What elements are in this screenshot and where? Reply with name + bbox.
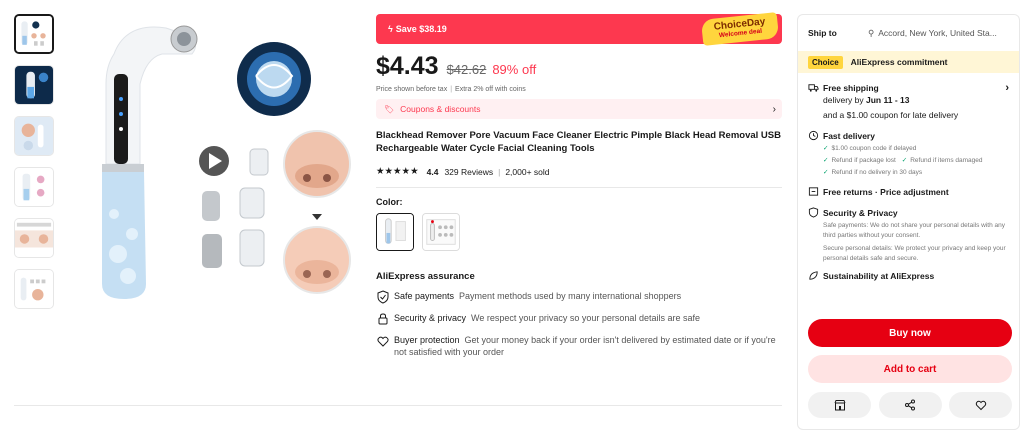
shield-icon	[808, 207, 819, 218]
delivery-clock-icon	[808, 130, 819, 141]
fast-delivery-section: Fast delivery ✓ $1.00 coupon code if dela…	[798, 130, 1019, 179]
check-icon: ✓	[823, 157, 829, 164]
late-coupon: and a $1.00 coupon for late delivery	[823, 110, 959, 120]
free-returns-section: Free returns · Price adjustment	[798, 186, 1019, 197]
thumbnail-list	[14, 14, 58, 320]
free-shipping-section[interactable]: Free shipping › delivery by Jun 11 - 13 …	[798, 82, 1019, 123]
free-returns-label: Free returns · Price adjustment	[823, 186, 949, 197]
coupons-label: Coupons & discounts	[400, 104, 481, 114]
security-title: Security & Privacy	[823, 207, 898, 218]
purchase-panel: Ship to ⚲ Accord, New York, United Sta..…	[797, 14, 1020, 430]
store-icon	[834, 400, 845, 411]
sold-count: 2,000+ sold	[505, 166, 550, 177]
thumbnail-1[interactable]	[14, 14, 54, 54]
ship-to-location: Accord, New York, United Sta...	[878, 28, 997, 38]
divider	[376, 187, 782, 188]
price-row: $4.43 $42.62 89% off	[376, 52, 782, 84]
main-product-image[interactable]	[66, 14, 361, 307]
share-button[interactable]	[878, 392, 942, 418]
rating-value: 4.4	[426, 166, 439, 177]
tag-icon: 🏷	[384, 104, 395, 114]
add-to-cart-button[interactable]: Add to cart	[808, 355, 1012, 383]
heart-icon	[975, 400, 986, 411]
thumbnail-3[interactable]	[14, 116, 54, 156]
check-icon: ✓	[901, 157, 908, 164]
check-icon: ✓	[823, 145, 829, 152]
commitment-bar: Choice AliExpress commitment	[798, 51, 1019, 73]
fast-item: Refund if items damaged	[910, 157, 983, 164]
choice-day-badge: ChoiceDay Welcome deal	[700, 12, 780, 46]
delivery-prefix: delivery by	[823, 95, 866, 105]
color-option-2[interactable]	[422, 213, 460, 251]
assurance-label: Security & privacy	[394, 313, 467, 323]
star-rating-icon: ★★★★★	[376, 166, 419, 177]
lightning-icon: ϟ	[388, 24, 393, 34]
price-note: Price shown before tax | Extra 2% off with…	[376, 86, 526, 93]
security-section: Security & Privacy Safe payments: We do …	[798, 207, 1019, 264]
assurance-desc: Payment methods used by many internation…	[459, 291, 682, 301]
delivery-dates: Jun 11 - 13	[866, 95, 910, 105]
choice-tag: Choice	[808, 55, 843, 69]
truck-icon	[808, 84, 819, 92]
lock-icon	[378, 313, 388, 325]
assurance-section: AliExpress assurance Safe payments Paymen…	[376, 271, 782, 358]
assurance-item: Buyer protection Get your money back if y…	[376, 334, 782, 358]
sustainability-section[interactable]: Sustainability at AliExpress	[798, 270, 1019, 281]
original-price: $42.62	[446, 62, 487, 77]
tax-note: Price shown before tax	[376, 86, 448, 93]
fast-item: Refund if package lost	[831, 157, 896, 164]
assurance-label: Buyer protection	[394, 335, 460, 345]
wishlist-button[interactable]	[949, 392, 1012, 418]
product-title: Blackhead Remover Pore Vacuum Face Clean…	[376, 130, 781, 154]
color-swatches	[376, 213, 782, 251]
buy-now-button[interactable]: Buy now	[808, 319, 1012, 347]
location-pin-icon: ⚲	[868, 27, 875, 38]
heart-shield-icon	[377, 336, 389, 347]
return-icon	[808, 187, 819, 196]
current-price: $4.43	[376, 52, 439, 80]
chevron-right-icon: ›	[772, 103, 776, 115]
save-banner: ϟ Save $38.19 ChoiceDay Welcome deal	[376, 12, 782, 46]
color-option-1[interactable]	[376, 213, 414, 251]
coupons-row[interactable]: 🏷 Coupons & discounts ›	[376, 99, 782, 119]
assurance-desc: We respect your privacy so your personal…	[471, 313, 700, 323]
color-label: Color:	[376, 197, 403, 207]
free-shipping-label: Free shipping	[823, 82, 879, 93]
fast-item: Refund if no delivery in 30 days	[831, 169, 923, 176]
commitment-label: AliExpress commitment	[850, 57, 948, 67]
sustainability-label: Sustainability at AliExpress	[823, 270, 935, 281]
store-button[interactable]	[808, 392, 871, 418]
leaf-icon	[809, 271, 818, 280]
ship-to-row[interactable]: Ship to ⚲ Accord, New York, United Sta..…	[798, 15, 1019, 51]
share-icon	[905, 399, 915, 411]
reviews-link[interactable]: 329 Reviews	[444, 167, 493, 177]
product-info: ϟ Save $38.19 ChoiceDay Welcome deal $4.4…	[376, 12, 782, 358]
ship-to-label: Ship to	[808, 28, 837, 38]
save-text: Save $38.19	[395, 24, 447, 34]
assurance-item: Security & privacy We respect your privac…	[376, 312, 782, 326]
security-text: Secure personal details: We protect your…	[823, 245, 1006, 262]
assurance-label: Safe payments	[394, 291, 455, 301]
thumbnail-5[interactable]	[14, 218, 54, 258]
discount-percent: 89% off	[492, 62, 537, 77]
fast-delivery-label: Fast delivery	[823, 130, 875, 141]
thumbnail-4[interactable]	[14, 167, 54, 207]
shield-check-icon	[377, 290, 389, 304]
assurance-item: Safe payments Payment methods used by man…	[376, 290, 782, 304]
fast-item: $1.00 coupon code if delayed	[831, 145, 917, 152]
assurance-title: AliExpress assurance	[376, 271, 475, 282]
check-icon: ✓	[823, 169, 829, 176]
chevron-right-icon: ›	[1005, 81, 1009, 94]
coins-note: Extra 2% off with coins	[455, 86, 526, 93]
thumbnail-2[interactable]	[14, 65, 54, 105]
action-icons	[808, 392, 1012, 418]
divider	[14, 405, 782, 406]
thumbnail-6[interactable]	[14, 269, 54, 309]
rating-row: ★★★★★ 4.4 329 Reviews | 2,000+ sold	[376, 166, 550, 177]
security-text: Safe payments: We do not share your pers…	[823, 222, 1005, 239]
